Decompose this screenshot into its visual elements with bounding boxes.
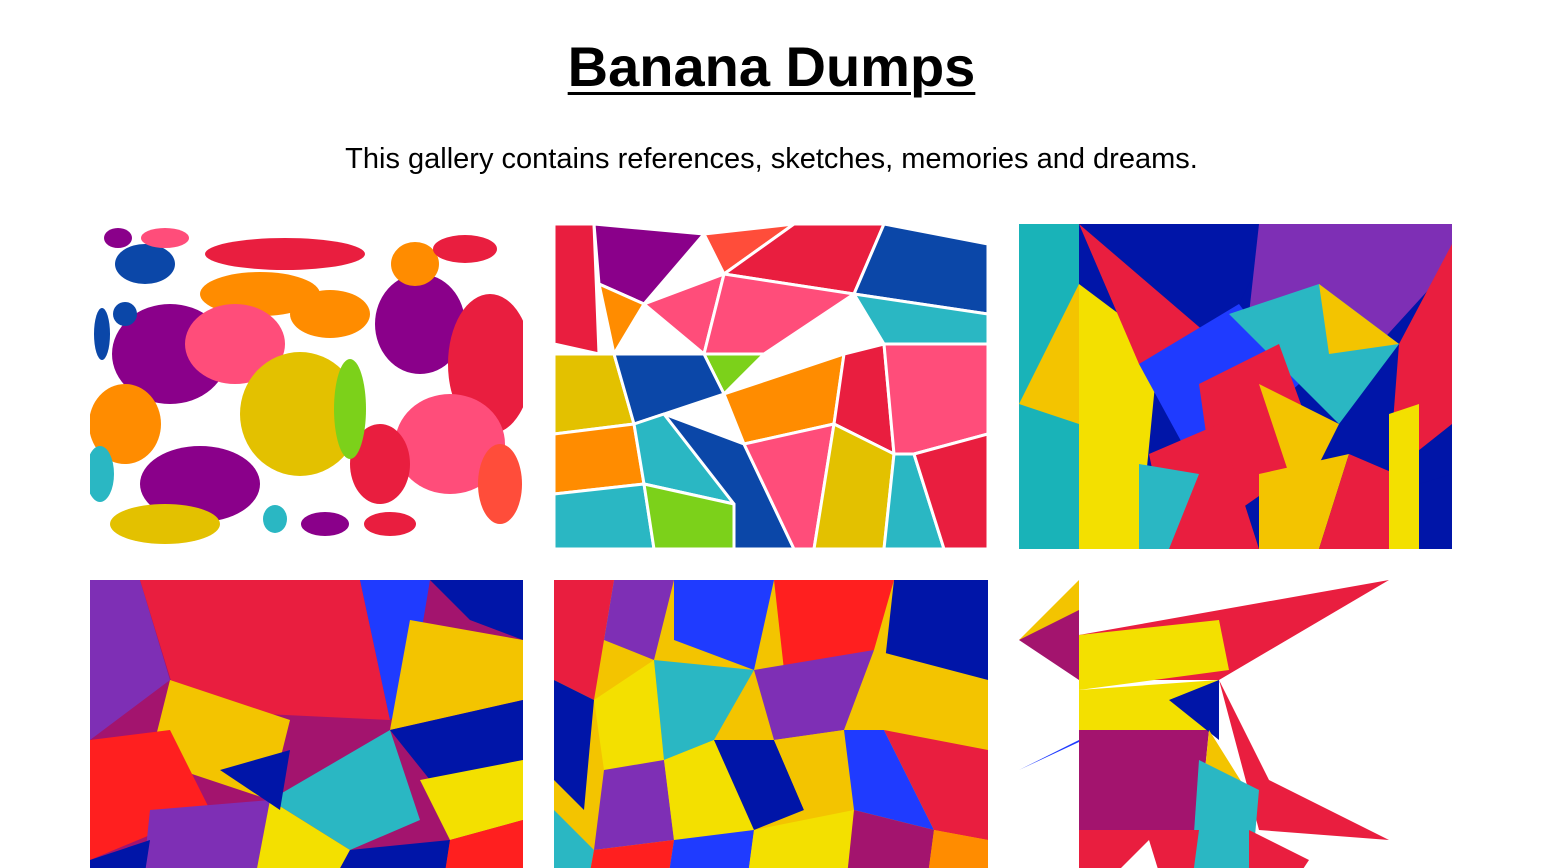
page-subtitle: This gallery contains references, sketch… <box>345 143 1198 175</box>
abstract-artwork-image <box>1019 224 1452 549</box>
gallery-thumbnail-5[interactable] <box>554 580 988 868</box>
gallery-thumbnail-1[interactable] <box>90 224 523 549</box>
abstract-artwork-image <box>1019 580 1452 868</box>
gallery-thumbnail-2[interactable] <box>554 224 988 549</box>
gallery-thumbnail-6[interactable] <box>1019 580 1452 868</box>
abstract-artwork-image <box>90 224 523 549</box>
gallery-thumbnail-4[interactable] <box>90 580 523 868</box>
abstract-artwork-image <box>90 580 523 868</box>
gallery-grid <box>90 224 1452 868</box>
abstract-artwork-image <box>554 580 988 868</box>
page-title: Banana Dumps <box>567 35 976 98</box>
gallery-thumbnail-3[interactable] <box>1019 224 1452 549</box>
abstract-artwork-image <box>554 224 988 549</box>
